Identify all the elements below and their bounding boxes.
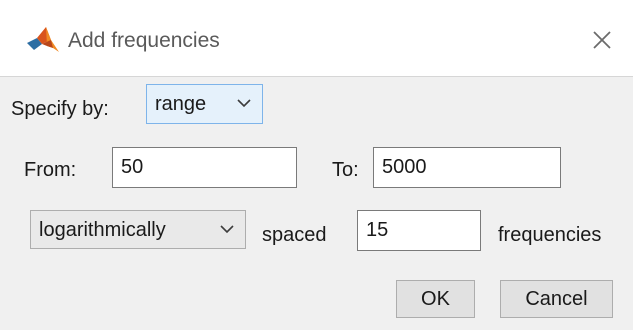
dialog-content: Specify by: range From: To: logarithmica… — [0, 76, 633, 330]
to-input[interactable] — [373, 147, 561, 188]
to-label: To: — [332, 159, 359, 181]
close-button[interactable] — [586, 24, 618, 56]
from-label: From: — [24, 159, 77, 181]
chevron-down-icon — [237, 99, 251, 108]
window-title: Add frequencies — [68, 29, 220, 52]
add-frequencies-dialog: Add frequencies Specify by: range From: … — [0, 0, 633, 330]
specify-by-dropdown[interactable]: range — [146, 84, 263, 124]
cancel-button[interactable]: Cancel — [500, 280, 613, 318]
close-icon — [593, 31, 611, 49]
frequencies-label: frequencies — [498, 224, 602, 246]
spacing-mode-dropdown[interactable]: logarithmically — [30, 210, 246, 249]
spaced-label: spaced — [262, 224, 327, 246]
chevron-down-icon — [220, 225, 234, 234]
specify-by-label: Specify by: — [11, 98, 109, 120]
title-bar: Add frequencies — [0, 0, 633, 76]
specify-by-selected: range — [155, 93, 207, 115]
matlab-logo-icon — [25, 26, 61, 54]
frequency-count-input[interactable] — [357, 210, 481, 251]
spacing-mode-selected: logarithmically — [39, 219, 166, 241]
from-input[interactable] — [112, 147, 297, 188]
ok-button[interactable]: OK — [396, 280, 475, 318]
